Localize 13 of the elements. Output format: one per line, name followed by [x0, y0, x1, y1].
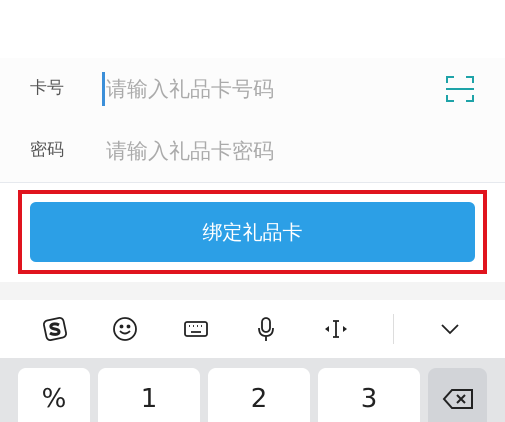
input-field[interactable]: 请输入礼品卡密码 [102, 134, 475, 168]
field-label: 卡号 [30, 77, 65, 100]
scan-icon[interactable] [445, 75, 475, 103]
backspace-icon [442, 388, 474, 410]
keyboard-key[interactable]: 2 [208, 368, 310, 422]
logo-icon[interactable] [41, 315, 70, 343]
smiley-icon[interactable] [111, 315, 140, 343]
keyboard-key[interactable]: 1 [98, 368, 200, 422]
keyboard-key[interactable]: 3 [318, 368, 420, 422]
keyboard-key[interactable]: % [18, 368, 90, 422]
input-field[interactable]: 请输入礼品卡号码 [102, 72, 445, 106]
backspace-key[interactable] [428, 368, 487, 422]
field-label: 密码 [30, 139, 65, 162]
